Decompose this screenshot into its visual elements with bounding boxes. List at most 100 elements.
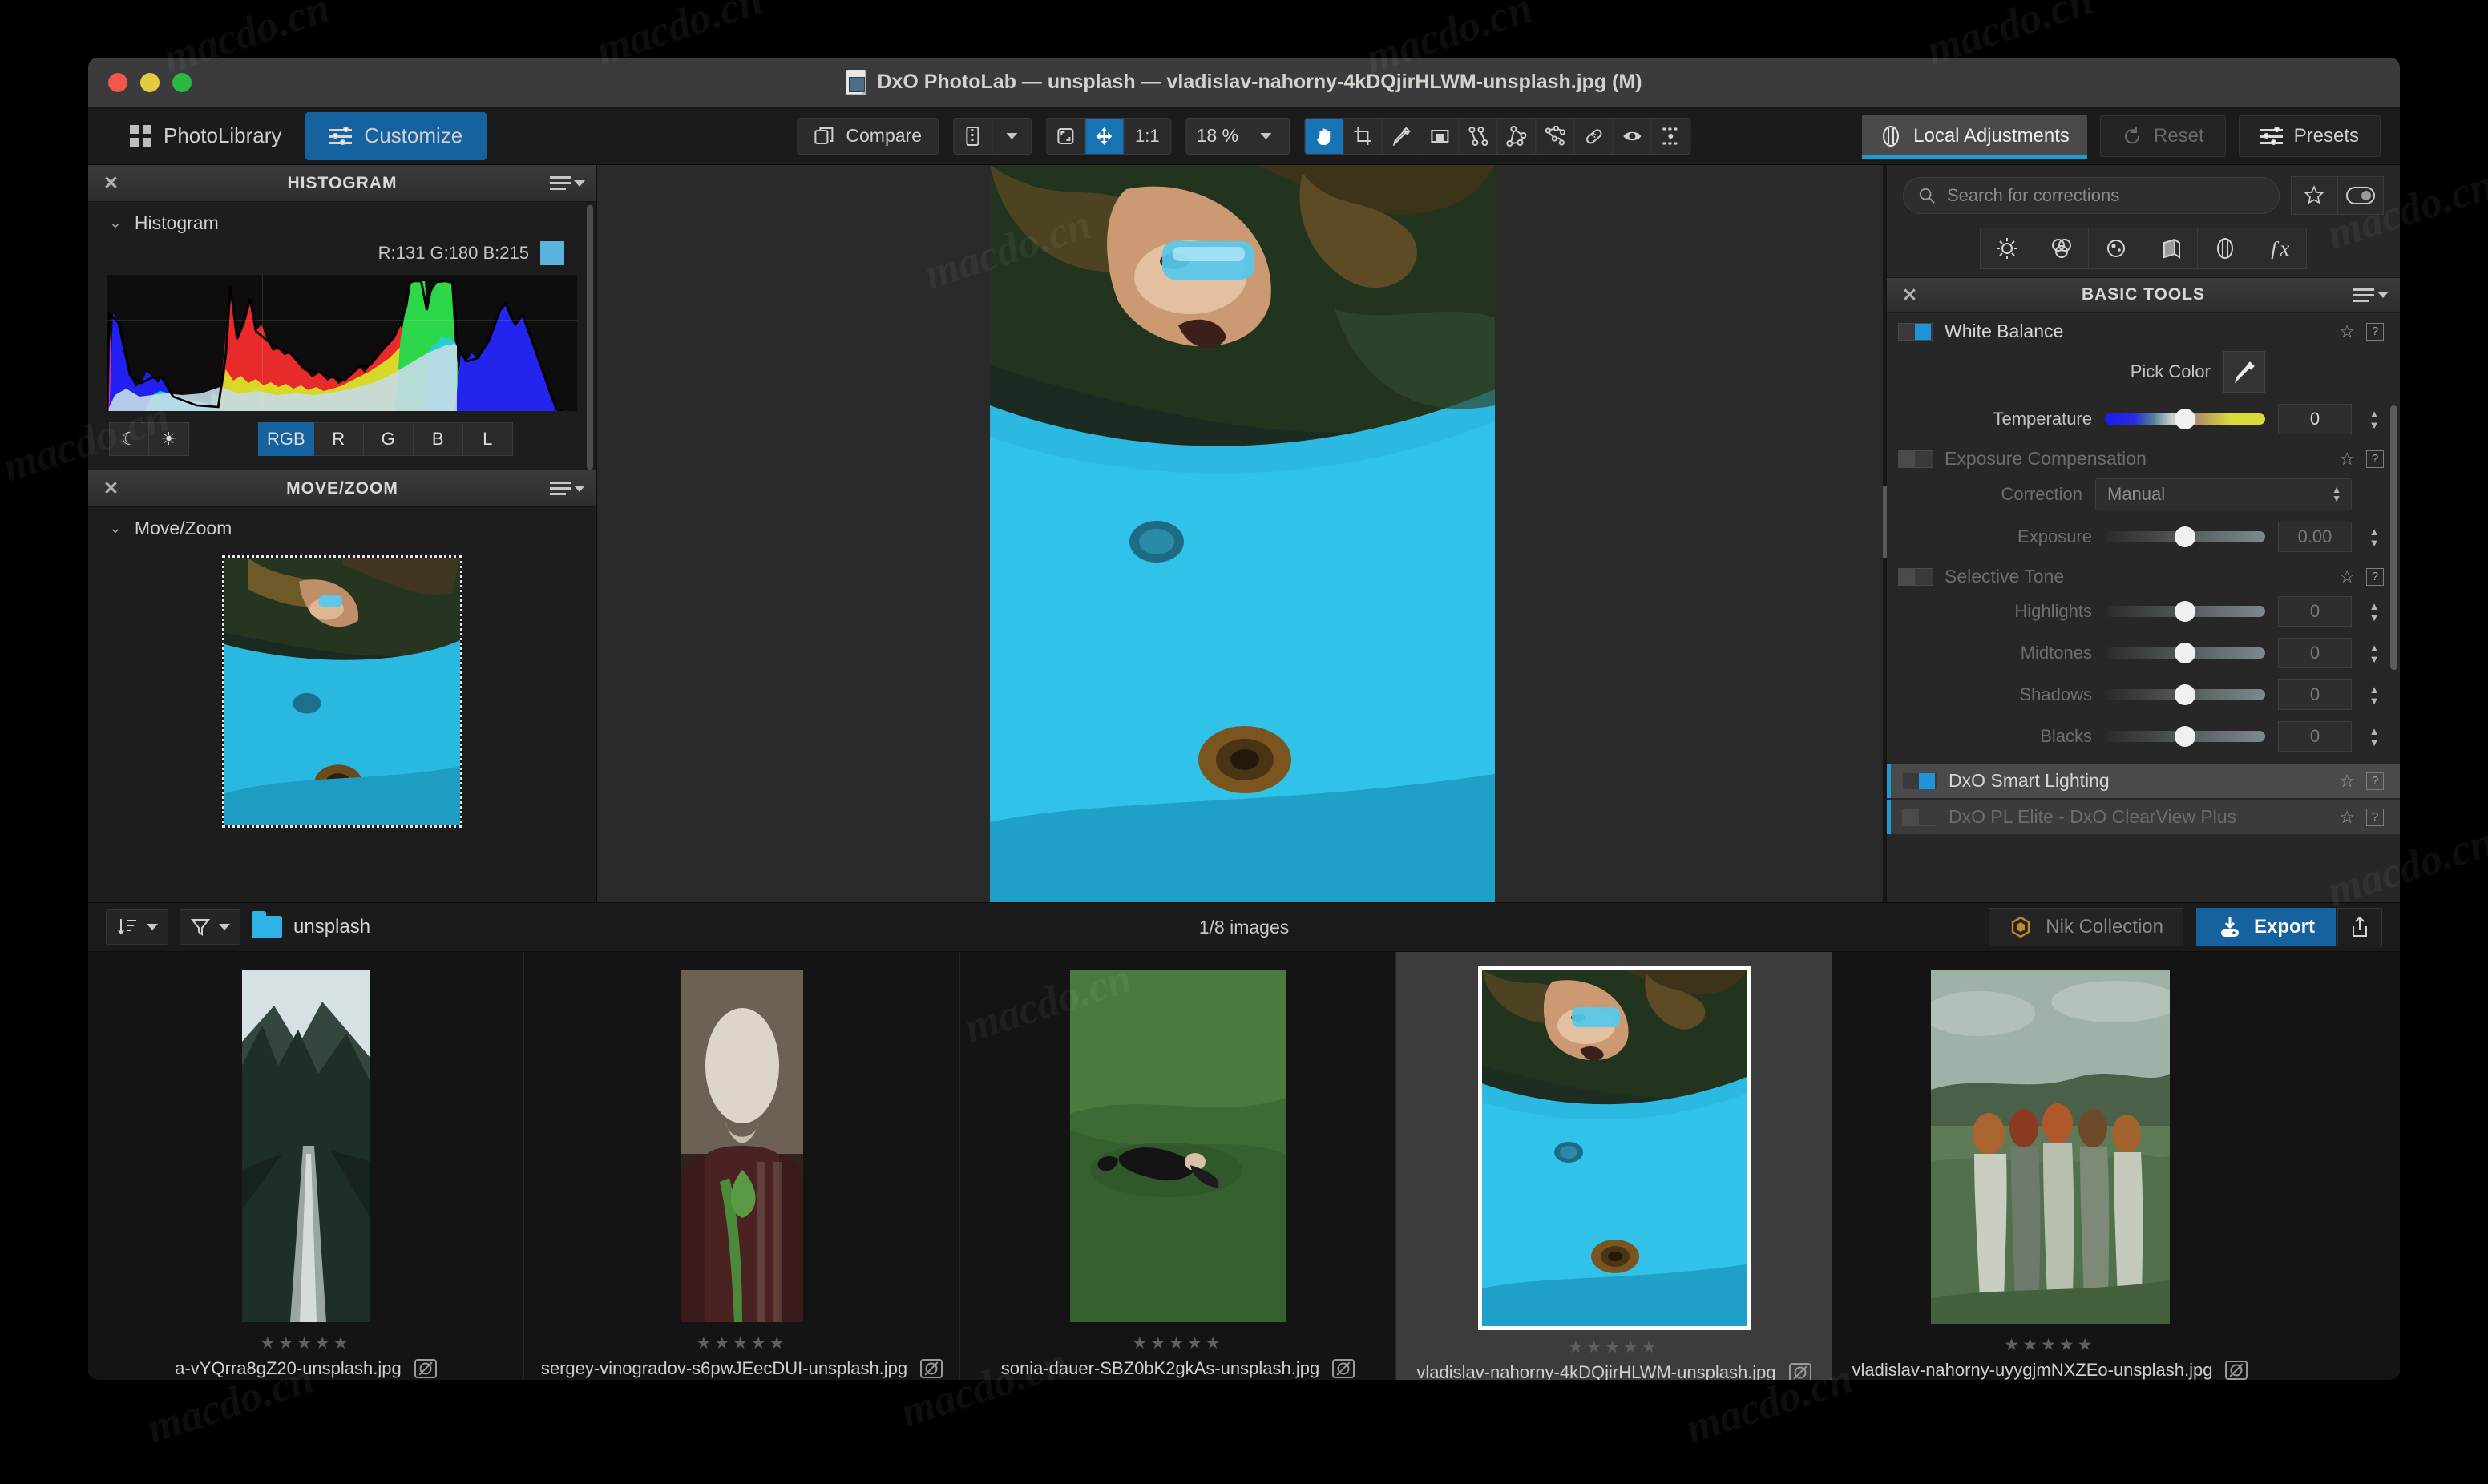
clipping-button[interactable] bbox=[1652, 119, 1690, 154]
shadow-clipping-button[interactable]: ☾ bbox=[109, 422, 149, 456]
selective-tone-header-row[interactable]: Selective Tone ☆ ? bbox=[1887, 558, 2400, 591]
clearview-toggle[interactable] bbox=[1902, 808, 1937, 826]
movezoom-panel-menu-button[interactable] bbox=[550, 482, 585, 495]
temperature-stepper[interactable]: ▲ ▼ bbox=[2365, 409, 2384, 430]
search-corrections-box[interactable] bbox=[1903, 177, 2280, 214]
white-balance-header-row[interactable]: White Balance ☆ ? bbox=[1887, 313, 2400, 345]
star-icon[interactable]: ☆ bbox=[2339, 567, 2355, 587]
active-corrections-toggle[interactable] bbox=[2337, 176, 2384, 215]
highlights-stepper[interactable]: ▲ ▼ bbox=[2365, 601, 2384, 623]
close-icon[interactable]: ✕ bbox=[101, 172, 122, 194]
tab-detail[interactable] bbox=[2089, 228, 2143, 269]
filmstrip[interactable]: ★★★★★ a-vYQrra8gZ20-unsplash.jpg ★★★★★ s… bbox=[88, 952, 2400, 1380]
midtones-value[interactable]: 0 bbox=[2278, 638, 2352, 668]
crop-tool-button[interactable] bbox=[1344, 118, 1383, 154]
presets-button[interactable]: Presets bbox=[2238, 115, 2381, 157]
search-input[interactable] bbox=[1947, 185, 2264, 206]
shadows-slider[interactable] bbox=[2105, 684, 2265, 705]
correction-select[interactable]: Manual ▲ ▼ bbox=[2095, 478, 2352, 510]
help-icon[interactable]: ? bbox=[2366, 322, 2384, 341]
rating-stars[interactable]: ★★★★★ bbox=[2004, 1335, 2095, 1355]
help-icon[interactable]: ? bbox=[2366, 772, 2384, 790]
list-item[interactable]: ★★★★★ sergey-vinogradov-s6pwJEecDUI-unsp… bbox=[524, 952, 960, 1380]
exposure-stepper[interactable]: ▲ ▼ bbox=[2365, 526, 2384, 548]
basic-tools-menu-button[interactable] bbox=[2353, 288, 2389, 302]
exposure-compensation-header-row[interactable]: Exposure Compensation ☆ ? bbox=[1887, 440, 2400, 473]
control-polygon-button[interactable] bbox=[1498, 118, 1537, 154]
group-dxo-clearview-plus[interactable]: DxO PL Elite - DxO ClearView Plus ☆ ? bbox=[1887, 800, 2400, 834]
tab-geometry[interactable] bbox=[2143, 228, 2198, 269]
channel-r[interactable]: R bbox=[313, 422, 364, 456]
list-item[interactable]: ★★★★★ vladislav-nahorny-4kDQjirHLWM-unsp… bbox=[1396, 952, 1832, 1380]
rating-stars[interactable]: ★★★★★ bbox=[1568, 1337, 1659, 1357]
close-icon[interactable]: ✕ bbox=[101, 478, 122, 499]
star-icon[interactable]: ☆ bbox=[2339, 771, 2355, 792]
export-button[interactable]: Export bbox=[2195, 908, 2336, 946]
shadows-value[interactable]: 0 bbox=[2278, 679, 2352, 710]
slider-knob[interactable] bbox=[2175, 409, 2195, 429]
nik-collection-button[interactable]: Nik Collection bbox=[1989, 908, 2183, 946]
white-balance-toggle[interactable] bbox=[1898, 322, 1933, 341]
view-mode-dropdown[interactable] bbox=[992, 119, 1031, 154]
group-dxo-smart-lighting[interactable]: DxO Smart Lighting ☆ ? bbox=[1887, 764, 2400, 798]
blacks-slider[interactable] bbox=[2105, 726, 2265, 747]
movezoom-section-row[interactable]: ⌄ Move/Zoom bbox=[88, 507, 596, 544]
channel-rgb[interactable]: RGB bbox=[258, 422, 314, 456]
star-icon[interactable]: ☆ bbox=[2339, 807, 2355, 828]
image-viewer[interactable] bbox=[597, 165, 1887, 902]
highlights-value[interactable]: 0 bbox=[2278, 596, 2352, 627]
rating-stars[interactable]: ★★★★★ bbox=[1132, 1333, 1223, 1353]
channel-g[interactable]: G bbox=[363, 422, 414, 456]
hand-tool-button[interactable] bbox=[1305, 118, 1344, 154]
help-icon[interactable]: ? bbox=[2366, 450, 2384, 468]
temperature-value[interactable]: 0 bbox=[2278, 404, 2352, 434]
favorites-filter-button[interactable] bbox=[2291, 176, 2337, 215]
star-icon[interactable]: ☆ bbox=[2339, 321, 2355, 342]
slider-knob[interactable] bbox=[2175, 726, 2195, 747]
midtones-stepper[interactable]: ▲ ▼ bbox=[2365, 643, 2384, 664]
blacks-stepper[interactable]: ▲ ▼ bbox=[2365, 726, 2384, 748]
left-panel-scrollbar[interactable] bbox=[587, 205, 593, 470]
right-panel-scrollbar[interactable] bbox=[2390, 405, 2397, 670]
help-icon[interactable]: ? bbox=[2366, 567, 2384, 586]
midtones-slider[interactable] bbox=[2105, 643, 2265, 663]
histogram-section-row[interactable]: ⌄ Histogram bbox=[88, 202, 596, 239]
smart-lighting-toggle[interactable] bbox=[1902, 772, 1937, 790]
exposure-compensation-toggle[interactable] bbox=[1898, 450, 1933, 468]
tab-photolibrary[interactable]: PhotoLibrary bbox=[106, 112, 305, 160]
preview-eye-button[interactable] bbox=[1614, 118, 1652, 154]
list-item[interactable]: ★★★★★ sonia-dauer-SBZ0bK2gkAs-unsplash.j… bbox=[960, 952, 1396, 1380]
slider-knob[interactable] bbox=[2175, 601, 2195, 622]
movezoom-preview[interactable] bbox=[222, 555, 462, 828]
share-button[interactable] bbox=[2337, 908, 2382, 946]
ratio-button[interactable]: 1:1 bbox=[1124, 119, 1171, 154]
exposure-slider[interactable] bbox=[2105, 526, 2265, 547]
selective-tone-toggle[interactable] bbox=[1898, 567, 1933, 586]
split-view-button[interactable] bbox=[954, 118, 993, 154]
eyedropper-tool-button[interactable] bbox=[1383, 118, 1421, 154]
channel-l[interactable]: L bbox=[462, 422, 513, 456]
local-adjustments-button[interactable]: Local Adjustments bbox=[1862, 115, 2087, 159]
rating-stars[interactable]: ★★★★★ bbox=[260, 1333, 351, 1353]
zoom-level-field[interactable]: 18 % bbox=[1185, 117, 1290, 155]
slider-knob[interactable] bbox=[2175, 526, 2195, 547]
tab-customize[interactable]: Customize bbox=[305, 111, 487, 160]
slider-knob[interactable] bbox=[2175, 684, 2195, 705]
repair-tool-button[interactable] bbox=[1575, 118, 1614, 154]
blacks-value[interactable]: 0 bbox=[2278, 721, 2352, 752]
tab-light[interactable] bbox=[1980, 228, 2034, 269]
tab-fx[interactable]: ƒx bbox=[2252, 228, 2307, 269]
tab-color[interactable] bbox=[2034, 228, 2089, 269]
filter-button[interactable] bbox=[180, 909, 240, 945]
sort-button[interactable] bbox=[106, 909, 168, 945]
shadows-stepper[interactable]: ▲ ▼ bbox=[2365, 684, 2384, 706]
temperature-slider[interactable] bbox=[2105, 409, 2265, 429]
pick-color-button[interactable] bbox=[2223, 351, 2265, 393]
zoom-dropdown-button[interactable] bbox=[1253, 132, 1280, 139]
list-item[interactable]: ★★★★★ vladislav-nahorny-uyygjmNXZEo-unsp… bbox=[1832, 952, 2268, 1380]
channel-b[interactable]: B bbox=[413, 422, 463, 456]
highlights-slider[interactable] bbox=[2105, 601, 2265, 622]
horizon-tool-button[interactable] bbox=[1421, 118, 1460, 154]
fit-view-button[interactable] bbox=[1047, 118, 1086, 154]
help-icon[interactable]: ? bbox=[2366, 808, 2384, 826]
